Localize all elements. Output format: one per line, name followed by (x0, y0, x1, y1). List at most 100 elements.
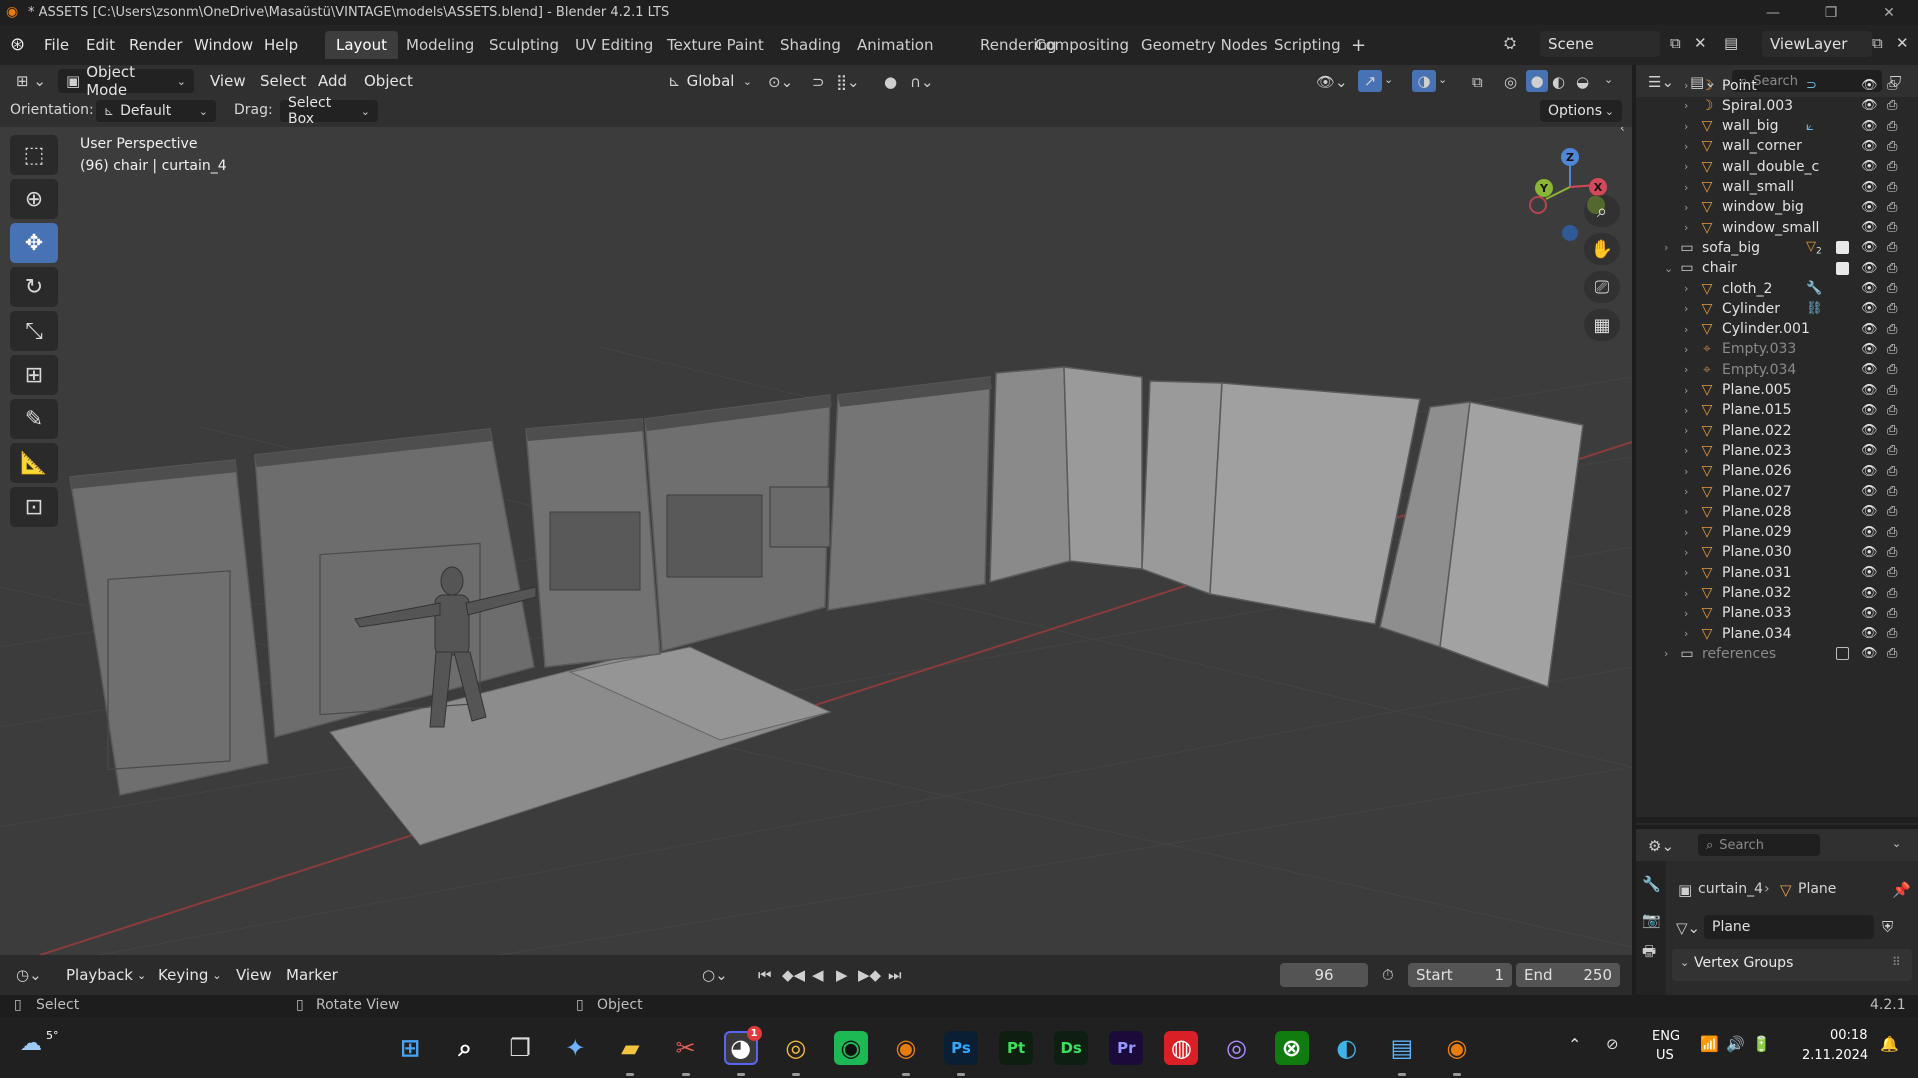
tab-modeling[interactable]: Modeling (395, 31, 485, 59)
chevron-right-icon[interactable]: › (1684, 627, 1688, 640)
pivot-point-icon[interactable]: ⊙⌄ (768, 73, 793, 91)
taskbar-xbox-icon[interactable]: ⊗ (1274, 1031, 1309, 1065)
taskbar-pr-icon[interactable]: Pr (1109, 1031, 1144, 1065)
network-off-icon[interactable]: ⊘ (1606, 1035, 1619, 1053)
taskbar-explorer-icon[interactable]: ▰ (613, 1031, 647, 1065)
chevron-right-icon[interactable]: › (1684, 221, 1688, 234)
chevron-right-icon[interactable]: › (1684, 140, 1688, 153)
chevron-right-icon[interactable]: › (1684, 160, 1688, 173)
start-frame-field[interactable]: Start 1 (1408, 963, 1512, 987)
render-camera-icon[interactable]: ⎙ (1887, 646, 1897, 661)
falloff-icon[interactable]: ∩⌄ (910, 73, 934, 91)
overlays-toggle-icon[interactable]: ◑ (1412, 70, 1436, 92)
light-data-icon[interactable]: ⊃ (1806, 78, 1817, 93)
taskbar-blender-icon[interactable]: ◉ (889, 1031, 923, 1065)
visibility-eye-icon[interactable]: 👁 (1861, 646, 1878, 661)
tab-geometry-nodes[interactable]: Geometry Nodes (1130, 31, 1279, 59)
auto-keying-icon[interactable]: ○⌄ (702, 966, 728, 984)
chevron-right-icon[interactable]: › (1664, 241, 1668, 254)
camera-view-icon[interactable]: ⎚ (1584, 271, 1620, 303)
tab-layout[interactable]: Layout (325, 31, 398, 59)
visibility-eye-icon[interactable]: 👁 (1861, 322, 1878, 337)
taskbar-discord-icon[interactable]: ◕ 1 (723, 1026, 762, 1065)
visibility-eye-icon[interactable]: 👁 (1861, 403, 1878, 418)
gizmo-toggle-icon[interactable]: ↗ (1358, 70, 1382, 92)
drag-handle-icon[interactable]: ⠿ (1892, 955, 1901, 969)
xray-toggle-icon[interactable]: ⧉ (1472, 73, 1483, 91)
solid-shading-icon[interactable]: ● (1526, 70, 1548, 92)
taskbar-taskview-icon[interactable]: ❐ (503, 1031, 537, 1065)
render-camera-icon[interactable]: ⎙ (1887, 565, 1897, 580)
chevron-right-icon[interactable]: › (1684, 302, 1688, 315)
timeline-editor-type-button[interactable]: ◷⌄ (8, 963, 50, 987)
fake-user-shield-icon[interactable]: ⛨ (1882, 918, 1893, 936)
visibility-eye-icon[interactable]: 👁 (1861, 220, 1878, 235)
chevron-down-icon[interactable]: ⌄ (1892, 837, 1901, 850)
visibility-eye-icon[interactable]: 👁 (1861, 159, 1878, 174)
chevron-right-icon[interactable]: › (1684, 79, 1688, 92)
chevron-right-icon[interactable]: › (1684, 404, 1688, 417)
measure-tool-icon[interactable]: 📐 (10, 443, 58, 483)
taskbar-start-icon[interactable]: ⊞ (393, 1031, 427, 1065)
outliner-scrollbar[interactable] (1636, 817, 1918, 823)
chevron-right-icon[interactable]: › (1684, 282, 1688, 295)
visibility-eye-icon[interactable]: 👁 (1861, 423, 1878, 438)
menu-view[interactable]: View (202, 69, 254, 93)
tab-animation[interactable]: Animation (846, 31, 944, 59)
render-camera-icon[interactable]: ⎙ (1887, 443, 1897, 458)
battery-icon[interactable]: 🔋 (1752, 1035, 1771, 1053)
blender-menu-icon[interactable]: ⊛ (10, 34, 25, 55)
render-camera-icon[interactable]: ⎙ (1887, 464, 1897, 479)
taskbar-ps-icon[interactable]: Ps (944, 1031, 978, 1065)
chevron-right-icon[interactable]: › (1684, 465, 1688, 478)
taskbar-snipping-icon[interactable]: ✂ (669, 1031, 703, 1065)
pan-hand-icon[interactable]: ✋ (1584, 233, 1620, 265)
render-camera-icon[interactable]: ⎙ (1887, 342, 1897, 357)
chevron-right-icon[interactable]: › (1684, 444, 1688, 457)
render-camera-icon[interactable]: ⎙ (1887, 240, 1897, 255)
render-camera-icon[interactable]: ⎙ (1887, 301, 1897, 316)
menu-object[interactable]: Object (356, 69, 421, 93)
perspective-toggle-icon[interactable]: ▦ (1584, 309, 1620, 341)
current-frame-field[interactable]: 96 (1280, 963, 1368, 987)
menu-keying[interactable]: Keying ⌄ (150, 963, 230, 987)
menu-window[interactable]: Window (194, 36, 253, 54)
wireframe-shading-icon[interactable]: ◎ (1504, 73, 1517, 91)
mesh-browse-icon[interactable]: ▽⌄ (1676, 919, 1700, 937)
chevron-right-icon[interactable]: › (1684, 566, 1688, 579)
chevron-right-icon[interactable]: › (1684, 485, 1688, 498)
chevron-right-icon[interactable]: › (1684, 120, 1688, 133)
taskbar-chrome-icon[interactable]: ◎ (779, 1031, 813, 1065)
chevron-down-icon[interactable]: ⌄ (1664, 262, 1673, 275)
snap-icon[interactable]: ⊃ (812, 73, 825, 91)
tab-shading[interactable]: Shading (769, 31, 852, 59)
chevron-right-icon[interactable]: › (1684, 424, 1688, 437)
language-line1[interactable]: ENG (1652, 1029, 1680, 1044)
wifi-icon[interactable]: 📶 (1700, 1035, 1719, 1053)
scale-tool-icon[interactable]: ⤡ (10, 311, 58, 351)
rotate-tool-icon[interactable]: ↻ (10, 267, 58, 307)
snap-target-icon[interactable]: ⣿⌄ (836, 73, 860, 91)
delete-viewlayer-icon[interactable]: ✕ (1896, 34, 1909, 52)
render-camera-icon[interactable]: ⎙ (1887, 200, 1897, 215)
render-camera-icon[interactable]: ⎙ (1887, 383, 1897, 398)
jump-end-icon[interactable]: ⏭ (888, 966, 902, 984)
render-camera-icon[interactable]: ⎙ (1887, 78, 1897, 93)
visibility-eye-icon[interactable]: 👁 (1861, 281, 1878, 296)
move-tool-icon[interactable]: ✥ (10, 223, 58, 263)
add-cube-tool-icon[interactable]: ⊡ (10, 487, 58, 527)
preview-range-icon[interactable]: ⏱ (1382, 966, 1394, 984)
chevron-right-icon[interactable]: › (1684, 363, 1688, 376)
chevron-down-icon[interactable]: ⌄ (1438, 73, 1447, 86)
volume-icon[interactable]: 🔊 (1726, 1035, 1745, 1053)
visibility-filter-icon[interactable]: 👁⌄ (1316, 73, 1348, 91)
chevron-right-icon[interactable]: › (1684, 587, 1688, 600)
delete-scene-icon[interactable]: ✕ (1694, 34, 1707, 52)
taskbar-copilot-icon[interactable]: ✦ (558, 1031, 592, 1065)
tab-uv-editing[interactable]: UV Editing (564, 31, 664, 59)
menu-select[interactable]: Select (252, 69, 314, 93)
menu-render[interactable]: Render (129, 36, 182, 54)
render-tab-icon[interactable]: 📷 (1642, 911, 1661, 929)
rendered-shading-icon[interactable]: ◒ (1576, 73, 1589, 91)
wrench-icon[interactable]: 🔧 (1806, 281, 1822, 296)
